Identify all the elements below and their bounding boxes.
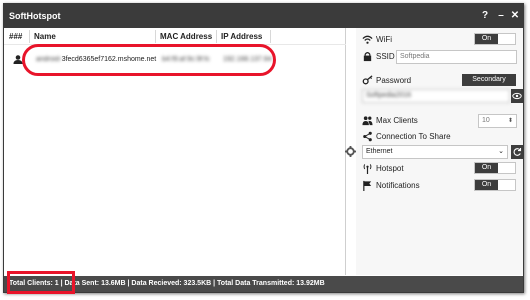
settings-gear-icon[interactable] — [345, 146, 356, 157]
share-icon — [363, 131, 372, 142]
window-title: SoftHotspot — [9, 11, 61, 21]
hotspot-row: Hotspot On — [362, 162, 522, 176]
hotspot-label: Hotspot — [376, 164, 404, 173]
title-bar[interactable]: SoftHotspot ? – ✕ — [4, 4, 523, 28]
ssid-input[interactable]: Softpedia — [396, 50, 517, 64]
wifi-icon — [362, 35, 373, 44]
notifications-row: Notifications On — [362, 179, 522, 193]
max-clients-label: Max Clients — [376, 116, 418, 125]
wifi-toggle[interactable]: On — [474, 33, 516, 45]
antenna-icon — [363, 164, 372, 174]
column-divider — [270, 30, 271, 43]
chevron-down-icon: ⌄ — [498, 148, 504, 155]
settings-panel: WiFi On SSID Softpedia Password Secondar… — [356, 28, 523, 275]
show-password-button[interactable] — [511, 89, 523, 103]
minimize-button[interactable]: – — [494, 8, 508, 24]
notifications-label: Notifications — [376, 181, 420, 190]
column-divider — [216, 30, 217, 43]
refresh-button[interactable] — [511, 145, 523, 159]
table-header: ### Name MAC Address IP Address — [4, 28, 346, 45]
notifications-toggle[interactable]: On — [474, 179, 516, 191]
connection-value: Ethernet — [366, 148, 393, 155]
connection-label: Connection To Share — [376, 132, 451, 141]
column-ip[interactable]: IP Address — [221, 32, 262, 41]
wifi-label: WiFi — [376, 35, 392, 44]
password-row: Password Secondary — [362, 74, 522, 88]
password-label: Password — [376, 76, 412, 85]
notifications-toggle-state: On — [475, 180, 498, 190]
highlight-annotation — [22, 44, 276, 76]
password-input[interactable]: Softpedia2016 — [362, 89, 510, 103]
flag-icon — [363, 180, 372, 191]
users-icon — [362, 116, 373, 126]
column-divider — [29, 30, 30, 43]
status-bar: Total Clients: 1 | Data Sent: 13.6MB | D… — [4, 276, 523, 292]
column-index[interactable]: ### — [9, 32, 22, 41]
ssid-row: SSID Softpedia — [362, 50, 522, 64]
key-icon — [362, 75, 373, 85]
connection-row: Connection To Share — [362, 130, 522, 144]
highlight-annotation — [7, 271, 75, 294]
hotspot-toggle-state: On — [475, 163, 498, 173]
column-name[interactable]: Name — [34, 32, 56, 41]
refresh-icon — [513, 148, 522, 156]
password-type-button[interactable]: Secondary — [462, 74, 516, 86]
clients-panel: ### Name MAC Address IP Address android-… — [4, 28, 346, 275]
column-mac[interactable]: MAC Address — [160, 32, 212, 41]
connection-select-row: Ethernet ⌄ — [362, 145, 523, 159]
wifi-toggle-state: On — [475, 34, 498, 44]
help-button[interactable]: ? — [478, 8, 492, 24]
max-clients-value: 10 — [482, 117, 490, 124]
close-button[interactable]: ✕ — [508, 8, 522, 24]
lock-icon — [363, 52, 372, 62]
eye-icon — [512, 92, 522, 100]
max-clients-row: Max Clients 10 ⬍ — [362, 114, 522, 128]
hotspot-toggle[interactable]: On — [474, 162, 516, 174]
max-clients-stepper[interactable]: 10 ⬍ — [478, 114, 517, 128]
wifi-row: WiFi On — [362, 33, 522, 47]
app-window: SoftHotspot ? – ✕ ### Name MAC Address I… — [3, 3, 524, 294]
column-divider — [155, 30, 156, 43]
password-input-row: Softpedia2016 — [362, 89, 523, 103]
connection-select[interactable]: Ethernet ⌄ — [362, 145, 508, 159]
ssid-label: SSID — [376, 52, 395, 61]
stepper-arrows-icon[interactable]: ⬍ — [508, 115, 513, 127]
